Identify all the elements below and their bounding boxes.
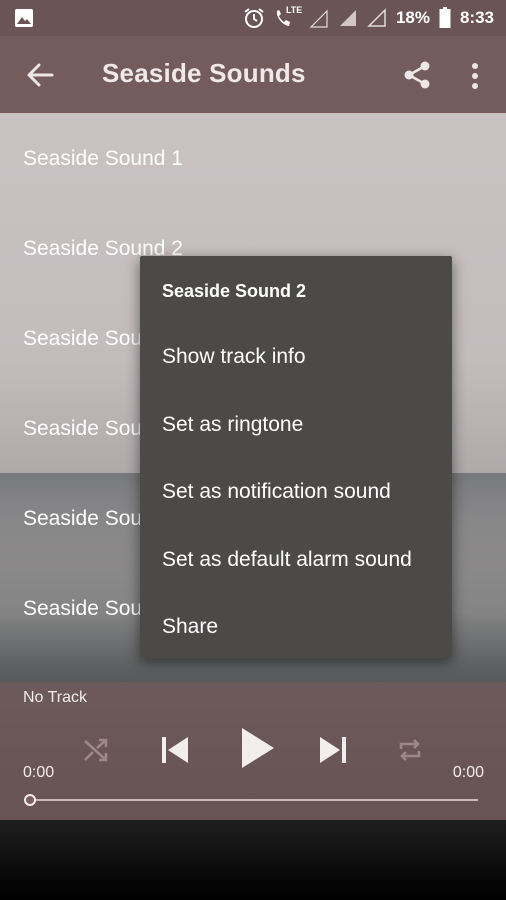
skip-next-icon[interactable] [318, 734, 348, 766]
track-item[interactable]: Seaside Sound 1 [23, 147, 183, 171]
screen: LTE 18% 8:33 Seaside Sounds Seaside Soun… [0, 0, 506, 900]
seek-bar[interactable] [24, 794, 478, 806]
battery-icon [439, 7, 451, 28]
lte-signal-icon [309, 7, 329, 29]
menu-item-show-track-info[interactable]: Show track info [162, 345, 306, 369]
menu-item-set-ringtone[interactable]: Set as ringtone [162, 413, 303, 437]
menu-item-set-alarm[interactable]: Set as default alarm sound [162, 548, 412, 572]
alarm-icon [244, 8, 264, 28]
status-bar: LTE 18% 8:33 [0, 0, 506, 36]
player-bar: No Track 0:00 0:00 [0, 682, 506, 820]
shuffle-icon[interactable] [82, 736, 110, 764]
back-arrow-icon[interactable] [26, 62, 54, 88]
image-icon [15, 9, 33, 27]
track-item[interactable]: Seaside Sou [23, 507, 142, 531]
skip-previous-icon[interactable] [160, 734, 190, 766]
track-item[interactable]: Seaside Sou [23, 597, 142, 621]
page-title: Seaside Sounds [102, 58, 306, 88]
battery-percent: 18% [395, 8, 430, 27]
signal-empty-icon [367, 8, 386, 27]
clock: 8:33 [459, 8, 494, 27]
play-icon[interactable] [240, 726, 276, 770]
menu-title: Seaside Sound 2 [162, 281, 307, 301]
lte-call-icon: LTE [274, 5, 303, 29]
context-menu: Seaside Sound 2 Show track info Set as r… [140, 256, 452, 658]
status-right: LTE 18% 8:33 [243, 5, 494, 30]
seek-handle[interactable] [24, 794, 36, 806]
elapsed-time: 0:00 [23, 764, 55, 781]
track-item[interactable]: Seaside Sou [23, 327, 142, 351]
repeat-icon[interactable] [396, 736, 424, 764]
lte-label: LTE [285, 5, 303, 15]
menu-item-set-notification[interactable]: Set as notification sound [162, 480, 391, 504]
app-bar: Seaside Sounds [0, 36, 506, 113]
navigation-bar [0, 820, 506, 900]
menu-item-share[interactable]: Share [162, 615, 218, 639]
total-duration: 0:00 [452, 764, 484, 781]
signal-icon [339, 10, 356, 26]
now-playing-label: No Track [23, 689, 88, 706]
track-item[interactable]: Seaside Sou [23, 417, 142, 441]
more-vert-icon[interactable] [468, 62, 482, 90]
share-icon[interactable] [402, 60, 432, 90]
